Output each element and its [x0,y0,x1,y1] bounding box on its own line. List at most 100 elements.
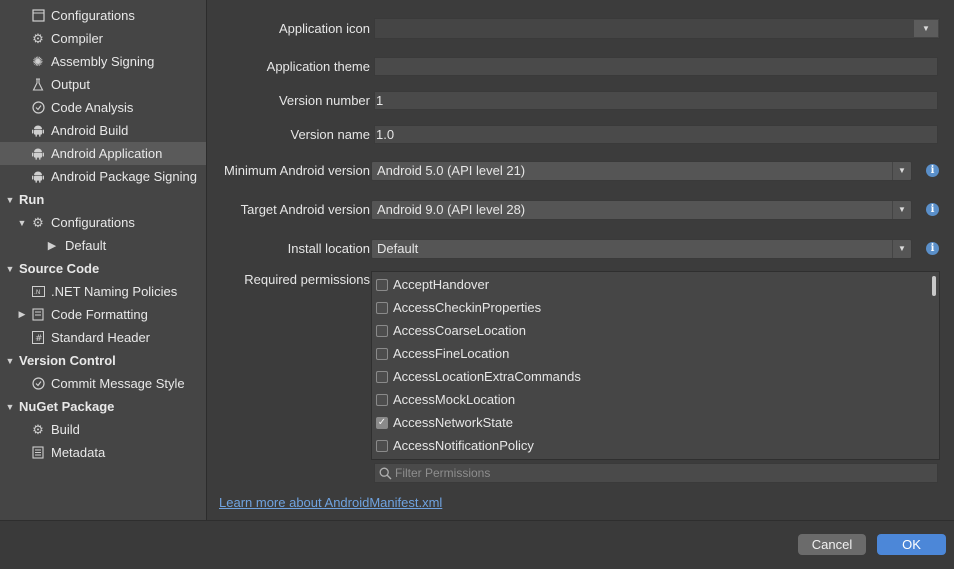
chevron-down-icon[interactable]: ▼ [892,162,911,180]
sidebar-section-run[interactable]: ▼ Run [0,188,206,211]
document-icon [31,308,45,322]
permission-item[interactable]: AccessLocationExtraCommands [372,365,581,388]
sidebar-item-metadata[interactable]: Metadata [0,441,206,464]
sidebar-item-label: Output [51,77,91,92]
sidebar-item-label: Standard Header [51,330,151,345]
sidebar-item-label: NuGet Package [19,399,115,414]
sidebar-item-default[interactable]: ▶ Default [0,234,206,257]
sidebar-item-label: Configurations [51,8,135,23]
sidebar-section-nuget-package[interactable]: ▼ NuGet Package [0,395,206,418]
minimum-android-version-value: Android 5.0 (API level 21) [377,163,526,178]
sidebar-item-label: .NET Naming Policies [51,284,178,299]
version-number-label: Version number [278,93,370,108]
filter-permissions-field[interactable] [374,463,938,483]
search-icon [379,467,392,479]
sidebar-item-code-analysis[interactable]: Code Analysis [0,96,206,119]
required-permissions-label: Required permissions [244,272,370,287]
permission-label: AccessMockLocation [393,392,516,407]
version-name-field[interactable]: 1.0 [374,125,938,144]
filter-permissions-input[interactable] [395,466,915,480]
sidebar-item-label: Default [65,238,107,253]
sidebar-item-label: Android Package Signing [51,169,197,184]
permission-checkbox[interactable] [376,393,388,406]
sidebar-item-compiler[interactable]: ⚙ Compiler [0,27,206,50]
permission-item[interactable]: AccessCoarseLocation [372,319,526,342]
permission-item[interactable]: AcceptHandover [372,273,489,296]
permission-checkbox[interactable] [376,439,388,452]
permission-checkbox[interactable] [376,301,388,314]
permission-checkbox[interactable] [376,324,388,337]
sidebar-item-label: Assembly Signing [51,54,155,69]
sidebar-item-label: Android Build [51,123,129,138]
permission-item[interactable]: AccessFineLocation [372,342,509,365]
permission-item[interactable]: AccessNotificationPolicy [372,434,534,457]
sidebar-item-label: Build [51,422,80,437]
install-location-value: Default [377,241,419,256]
ok-button[interactable]: OK [877,534,946,555]
sidebar-item-build[interactable]: ⚙ Build [0,418,206,441]
permission-checkbox[interactable] [376,370,388,383]
sidebar-item-label: Run [19,192,45,207]
collapse-arrow-icon[interactable]: ▼ [5,264,15,274]
naming-icon: .N [31,285,45,299]
list-icon [31,446,45,460]
sidebar-item-android-package-signing[interactable]: Android Package Signing [0,165,206,188]
permission-label: AccessNetworkState [393,415,513,430]
permission-label: AccessFineLocation [393,346,510,361]
collapse-arrow-icon[interactable]: ▼ [5,356,15,366]
permission-checkbox[interactable]: ✓ [376,416,388,429]
svg-text:#: # [35,334,43,344]
permission-item[interactable]: AccessMockLocation [372,388,515,411]
sidebar-item-standard-header[interactable]: # Standard Header [0,326,206,349]
chevron-down-icon[interactable]: ▼ [892,240,911,258]
permission-item[interactable]: ✓ AccessNetworkState [372,411,513,434]
application-icon-select[interactable]: ▼ [374,18,940,39]
circle-check-icon [31,101,45,115]
sidebar-item-code-formatting[interactable]: ▶ Code Formatting [0,303,206,326]
info-icon[interactable]: i [926,242,939,255]
collapse-arrow-icon[interactable]: ▼ [5,402,15,412]
learn-more-link[interactable]: Learn more about AndroidManifest.xml [219,495,442,510]
flask-icon [31,78,45,92]
application-theme-field[interactable] [374,57,938,76]
minimum-android-version-select[interactable]: Android 5.0 (API level 21) ▼ [371,161,912,181]
sidebar-item-net-naming-policies[interactable]: .N .NET Naming Policies [0,280,206,303]
collapse-arrow-icon[interactable]: ▼ [5,195,15,205]
permission-label: AccessCheckinProperties [393,300,542,315]
permission-item[interactable]: AccessCheckinProperties [372,296,541,319]
sidebar-item-label: Commit Message Style [51,376,185,391]
scrollbar-thumb[interactable] [932,276,936,296]
sidebar-item-assembly-signing[interactable]: ✺ Assembly Signing [0,50,206,73]
sidebar-item-configurations[interactable]: Configurations [0,4,206,27]
info-icon[interactable]: i [926,164,939,177]
install-location-select[interactable]: Default ▼ [371,239,912,259]
cancel-button[interactable]: Cancel [798,534,866,555]
gear-icon: ⚙ [32,30,44,46]
collapse-arrow-icon[interactable]: ▼ [17,218,27,228]
sidebar-item-label: Code Formatting [51,307,148,322]
sidebar-item-android-application[interactable]: Android Application [0,142,206,165]
android-icon [31,170,45,184]
sidebar-item-output[interactable]: Output [0,73,206,96]
sidebar-item-android-build[interactable]: Android Build [0,119,206,142]
permissions-list[interactable]: AcceptHandover AccessCheckinProperties Acc… [371,271,940,460]
sidebar-section-version-control[interactable]: ▼ Version Control [0,349,206,372]
permission-checkbox[interactable] [376,347,388,360]
chevron-down-icon[interactable]: ▼ [914,20,938,37]
permission-label: AccessLocationExtraCommands [393,369,581,384]
info-icon[interactable]: i [926,203,939,216]
version-number-field[interactable]: 1 [374,91,938,110]
sidebar-item-label: Code Analysis [51,100,134,115]
chevron-down-icon[interactable]: ▼ [892,201,911,219]
permission-label: AccessNotificationPolicy [393,438,534,453]
sidebar-item-configurations[interactable]: ▼ ⚙ Configurations [0,211,206,234]
window-icon [31,9,45,23]
permission-checkbox[interactable] [376,278,388,291]
permission-label: AcceptHandover [393,277,490,292]
sidebar-item-commit-message-style[interactable]: Commit Message Style [0,372,206,395]
sidebar-section-source-code[interactable]: ▼ Source Code [0,257,206,280]
target-android-version-select[interactable]: Android 9.0 (API level 28) ▼ [371,200,912,220]
expand-arrow-icon[interactable]: ▶ [17,309,27,320]
dialog-footer: Cancel OK [0,520,954,569]
sidebar-item-label: Metadata [51,445,106,460]
